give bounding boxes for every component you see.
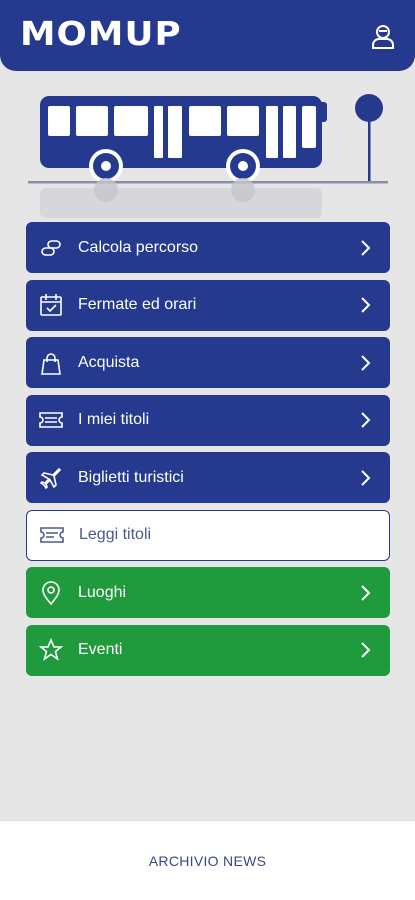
menu-item-label: Leggi titoli [79, 526, 152, 543]
chevron-right-icon [361, 469, 371, 486]
menu-item-acquista[interactable]: Acquista [26, 337, 390, 388]
chevron-right-icon [361, 642, 371, 658]
location-pin-icon [38, 580, 64, 606]
menu-item-label: Acquista [78, 353, 140, 371]
menu-item-label: Eventi [78, 641, 123, 658]
app-header: MOMUP [0, 0, 415, 71]
menu-item-fermate-orari[interactable]: Fermate ed orari [26, 279, 390, 331]
chevron-right-icon [361, 584, 371, 601]
menu-item-label: Luoghi [78, 583, 127, 601]
chevron-right-icon [361, 412, 371, 428]
menu-item-miei-titoli[interactable]: I miei titoli [26, 394, 390, 446]
route-icon [38, 235, 64, 261]
menu-item-label: Biglietti turistici [78, 468, 184, 486]
archivio-news-link[interactable]: ARCHIVIO NEWS [0, 853, 415, 869]
bus-illustration [0, 84, 415, 224]
chevron-right-icon [361, 354, 371, 371]
menu-item-label: Calcola percorso [78, 238, 199, 256]
chevron-right-icon [361, 239, 371, 256]
menu-item-biglietti-turistici[interactable]: Biglietti turistici [26, 452, 390, 503]
chevron-right-icon [361, 297, 371, 313]
airplane-icon [38, 465, 64, 491]
user-avatar-icon [372, 25, 394, 49]
shopping-bag-icon [38, 350, 64, 376]
calendar-icon [38, 292, 64, 318]
menu-item-leggi-titoli[interactable]: Leggi titoli [26, 509, 390, 561]
user-profile-button[interactable] [369, 22, 397, 50]
ticket-icon [38, 407, 64, 433]
footer-bar: ARCHIVIO NEWS [0, 820, 415, 900]
star-icon [38, 637, 64, 663]
menu-item-eventi[interactable]: Eventi [26, 624, 390, 676]
menu-item-calcola-percorso[interactable]: Calcola percorso [26, 222, 390, 273]
ticket-scan-icon [39, 522, 65, 548]
momup-logo: MOMUP [20, 14, 182, 53]
menu-item-luoghi[interactable]: Luoghi [26, 567, 390, 618]
main-menu: Calcola percorso Fermate ed orari Acquis… [26, 222, 390, 682]
menu-item-label: I miei titoli [78, 411, 150, 428]
menu-item-label: Fermate ed orari [78, 296, 197, 313]
